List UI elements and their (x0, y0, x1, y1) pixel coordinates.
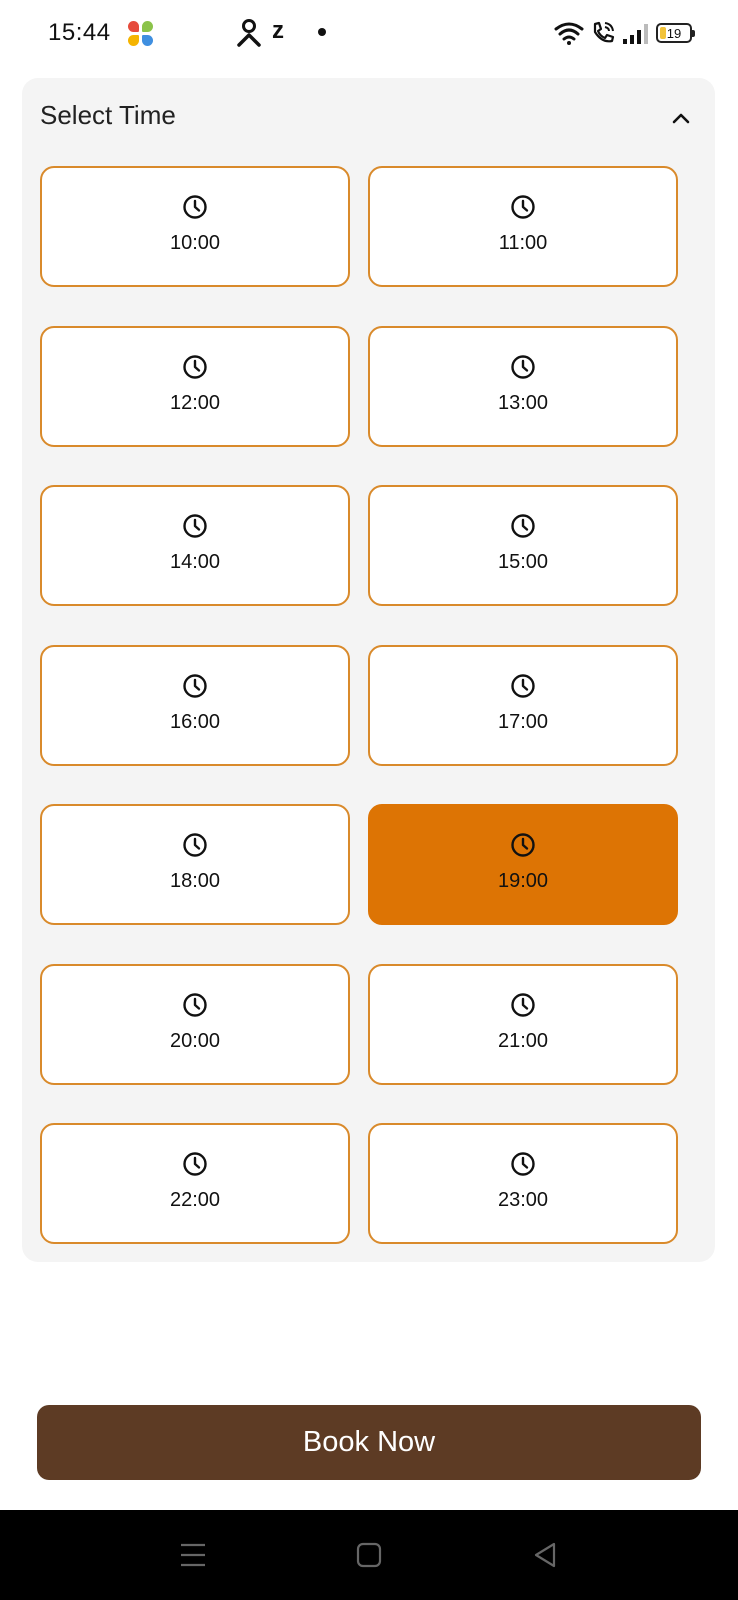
app-petal-icon (128, 21, 154, 47)
clock-icon (510, 832, 536, 858)
clock-icon (510, 1151, 536, 1177)
clock-icon (510, 992, 536, 1018)
time-slot-1300[interactable]: 13:00 (368, 326, 678, 447)
time-slot-2300[interactable]: 23:00 (368, 1123, 678, 1244)
status-time: 15:44 (48, 19, 111, 46)
time-slot-label: 10:00 (169, 232, 221, 254)
book-now-button[interactable]: Book Now (37, 1405, 701, 1480)
clock-icon (182, 194, 208, 220)
menu-icon (181, 1543, 205, 1567)
time-slot-1700[interactable]: 17:00 (368, 645, 678, 766)
person-notification-icon (237, 19, 261, 47)
wifi-icon (554, 22, 584, 45)
time-slot-1100[interactable]: 11:00 (368, 166, 678, 287)
time-slot-1200[interactable]: 12:00 (40, 326, 350, 447)
time-slot-1800[interactable]: 18:00 (40, 804, 350, 925)
time-slot-label: 16:00 (169, 711, 221, 733)
home-square-icon (356, 1542, 382, 1568)
time-slot-label: 20:00 (169, 1030, 221, 1052)
menu-nav-button[interactable] (176, 1538, 210, 1572)
clock-icon (510, 354, 536, 380)
time-slot-label: 14:00 (169, 551, 221, 573)
time-slot-label: 21:00 (497, 1030, 549, 1052)
clock-icon (182, 354, 208, 380)
system-nav-bar (0, 1510, 738, 1600)
time-slot-1900[interactable]: 19:00 (368, 804, 678, 925)
clock-icon (510, 673, 536, 699)
time-slot-1600[interactable]: 16:00 (40, 645, 350, 766)
clock-icon (182, 992, 208, 1018)
wifi-call-icon (593, 21, 615, 43)
time-slot-2000[interactable]: 20:00 (40, 964, 350, 1085)
collapse-button[interactable] (669, 106, 693, 130)
time-slot-label: 17:00 (497, 711, 549, 733)
time-slot-1500[interactable]: 15:00 (368, 485, 678, 606)
time-slot-label: 12:00 (169, 392, 221, 414)
status-bar: 15:44 z 19 (0, 0, 738, 66)
select-time-title: Select Time (40, 100, 176, 130)
time-slot-label: 15:00 (497, 551, 549, 573)
z-notification-icon: z (272, 17, 284, 44)
battery-icon: 19 (656, 23, 695, 43)
time-slot-label: 11:00 (498, 232, 548, 254)
time-slot-label: 13:00 (497, 392, 549, 414)
clock-icon (510, 513, 536, 539)
signal-icon (623, 24, 648, 44)
select-time-card: Select Time 10:00 11:00 12:00 13:00 14:00 15:… (22, 78, 715, 1262)
home-nav-button[interactable] (352, 1538, 386, 1572)
time-slot-1000[interactable]: 10:00 (40, 166, 350, 287)
clock-icon (510, 194, 536, 220)
more-notifications-dot-icon (318, 28, 326, 36)
time-slot-label: 22:00 (169, 1189, 221, 1211)
time-slot-label: 18:00 (169, 870, 221, 892)
time-slot-2200[interactable]: 22:00 (40, 1123, 350, 1244)
clock-icon (182, 673, 208, 699)
clock-icon (182, 832, 208, 858)
back-triangle-icon (534, 1542, 556, 1568)
time-slot-label: 23:00 (497, 1189, 549, 1211)
clock-icon (182, 513, 208, 539)
time-slot-1400[interactable]: 14:00 (40, 485, 350, 606)
chevron-up-icon (672, 113, 690, 124)
time-slot-label: 19:00 (497, 870, 549, 892)
time-slot-2100[interactable]: 21:00 (368, 964, 678, 1085)
clock-icon (182, 1151, 208, 1177)
back-nav-button[interactable] (528, 1538, 562, 1572)
battery-level: 19 (666, 25, 682, 41)
